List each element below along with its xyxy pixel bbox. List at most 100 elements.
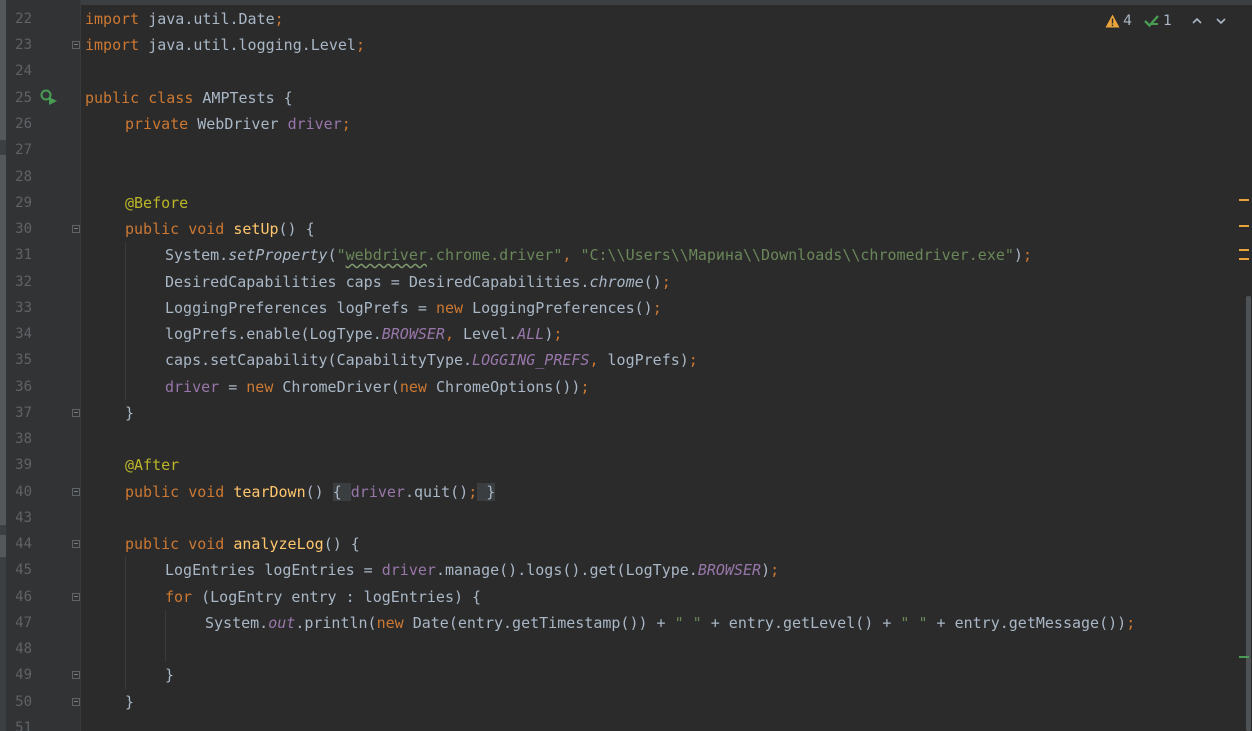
scrollbar-thumb[interactable] <box>1246 296 1251 731</box>
code-token: ; <box>661 273 671 291</box>
code-token: logPrefs.enable(LogType. <box>165 325 382 343</box>
line-number: 35 <box>15 352 32 368</box>
code-line-47[interactable]: System.out.println(new Date(entry.getTim… <box>205 610 1135 636</box>
warning-stripe-marker[interactable] <box>1239 249 1249 251</box>
code-token: ChromeDriver( <box>282 378 400 396</box>
code-editor[interactable]: 22 23 24 25 26 27 28 29 30 31 32 33 34 3… <box>0 0 1252 731</box>
folded-brace-close[interactable]: } <box>477 483 496 501</box>
code-token: caps.setCapability(CapabilityType. <box>165 351 473 369</box>
warning-stripe-marker[interactable] <box>1239 225 1249 227</box>
code-line-40[interactable]: public void tearDown() { driver.quit(); … <box>125 479 496 505</box>
warning-stripe-marker[interactable] <box>1239 258 1249 260</box>
code-token: " " <box>900 614 928 632</box>
code-line-36[interactable]: driver = new ChromeDriver(new ChromeOpti… <box>165 374 589 400</box>
code-token: new <box>376 614 413 632</box>
code-token: ; <box>341 115 351 133</box>
code-token: LogEntries logEntries = <box>165 561 382 579</box>
line-number: 27 <box>15 142 32 158</box>
code-token: () <box>643 273 662 291</box>
fold-marker[interactable] <box>72 593 80 601</box>
code-token: ) <box>1013 246 1023 264</box>
line-number: 48 <box>15 641 32 657</box>
fold-marker[interactable] <box>72 698 80 706</box>
fold-marker[interactable] <box>72 488 80 496</box>
code-line-34[interactable]: logPrefs.enable(LogType.BROWSER, Level.A… <box>165 321 562 347</box>
check-icon <box>1144 15 1159 28</box>
line-number: 36 <box>15 379 32 395</box>
code-token: ( <box>327 246 337 264</box>
inspections-widget[interactable]: 4 1 <box>1105 9 1228 33</box>
line-number: 26 <box>15 116 32 132</box>
fold-marker[interactable] <box>72 409 80 417</box>
code-token: () <box>305 483 333 501</box>
code-token: .manage().logs().get(LogType. <box>435 561 698 579</box>
code-line-30[interactable]: public void setUp() { <box>125 216 315 242</box>
code-token: Level. <box>463 325 518 343</box>
code-token: , <box>562 246 581 264</box>
line-number: 32 <box>15 274 32 290</box>
chevron-up-icon[interactable] <box>1190 14 1204 28</box>
code-token: new <box>435 299 473 317</box>
line-number: 39 <box>15 457 32 473</box>
code-line-22[interactable]: import java.util.Date; <box>85 6 284 32</box>
code-line-50[interactable]: } <box>125 689 134 715</box>
code-token: ; <box>355 36 365 54</box>
code-line-45[interactable]: LogEntries logEntries = driver.manage().… <box>165 557 779 583</box>
fold-marker[interactable] <box>72 540 80 548</box>
fold-marker[interactable] <box>72 41 80 49</box>
warnings-count: 4 <box>1123 13 1133 29</box>
fold-marker[interactable] <box>72 671 80 679</box>
run-test-icon[interactable] <box>40 89 58 105</box>
code-token: WebDriver <box>197 115 288 133</box>
line-number: 28 <box>15 169 32 185</box>
code-token: } <box>165 666 175 684</box>
code-line-35[interactable]: caps.setCapability(CapabilityType.LOGGIN… <box>165 347 698 373</box>
code-line-44[interactable]: public void analyzeLog() { <box>125 531 360 557</box>
fold-marker[interactable] <box>72 225 80 233</box>
code-line-33[interactable]: LoggingPreferences logPrefs = new Loggin… <box>165 295 662 321</box>
code-token: ; <box>1022 246 1032 264</box>
code-token: ; <box>1126 614 1136 632</box>
line-number: 43 <box>15 510 32 526</box>
indent-guide <box>165 610 166 662</box>
code-token: driver <box>350 483 405 501</box>
code-token: ; <box>468 483 478 501</box>
code-token: " " <box>674 614 702 632</box>
line-number: 44 <box>15 536 32 552</box>
weak-warnings-indicator[interactable]: 1 <box>1144 13 1172 29</box>
code-token: "C:\\Users\\Марина\\Downloads\\chromedri… <box>580 246 1014 264</box>
chevron-down-icon[interactable] <box>1214 14 1228 28</box>
top-strip <box>0 0 1252 5</box>
line-number: 40 <box>15 484 32 500</box>
line-number: 38 <box>15 431 32 447</box>
code-token: DesiredCapabilities caps = DesiredCapabi… <box>165 273 590 291</box>
warning-stripe-marker[interactable] <box>1239 199 1249 201</box>
code-token: tearDown <box>233 483 306 501</box>
code-token: ; <box>580 378 590 396</box>
code-token: driver <box>381 561 436 579</box>
code-token: LOGGING_PREFS <box>472 351 590 369</box>
code-token: } <box>125 693 135 711</box>
weak-warning-stripe-marker[interactable] <box>1239 656 1249 658</box>
code-token: System. <box>205 614 269 632</box>
code-line-37[interactable]: } <box>125 400 134 426</box>
line-number: 51 <box>15 720 32 731</box>
code-line-46[interactable]: for (LogEntry entry : logEntries) { <box>165 584 481 610</box>
code-line-32[interactable]: DesiredCapabilities caps = DesiredCapabi… <box>165 269 671 295</box>
folded-brace-open[interactable]: { <box>332 483 351 501</box>
code-token: BROWSER <box>381 325 445 343</box>
code-token: BROWSER <box>697 561 762 579</box>
code-line-26[interactable]: private WebDriver driver; <box>125 111 351 137</box>
weak-warnings-count: 1 <box>1163 13 1172 29</box>
code-token: () { <box>323 535 360 553</box>
code-token: @Before <box>125 194 189 212</box>
code-line-29[interactable]: @Before <box>125 190 188 216</box>
typo-underline: webdriver <box>345 246 427 264</box>
code-line-39[interactable]: @After <box>125 452 179 478</box>
code-line-31[interactable]: System.setProperty("webdriver.chrome.dri… <box>165 242 1032 268</box>
code-line-25[interactable]: public class AMPTests { <box>85 85 293 111</box>
code-token: , <box>589 351 608 369</box>
warnings-indicator[interactable]: 4 <box>1105 13 1132 29</box>
code-line-49[interactable]: } <box>165 662 174 688</box>
code-line-23[interactable]: import java.util.logging.Level; <box>85 32 365 58</box>
